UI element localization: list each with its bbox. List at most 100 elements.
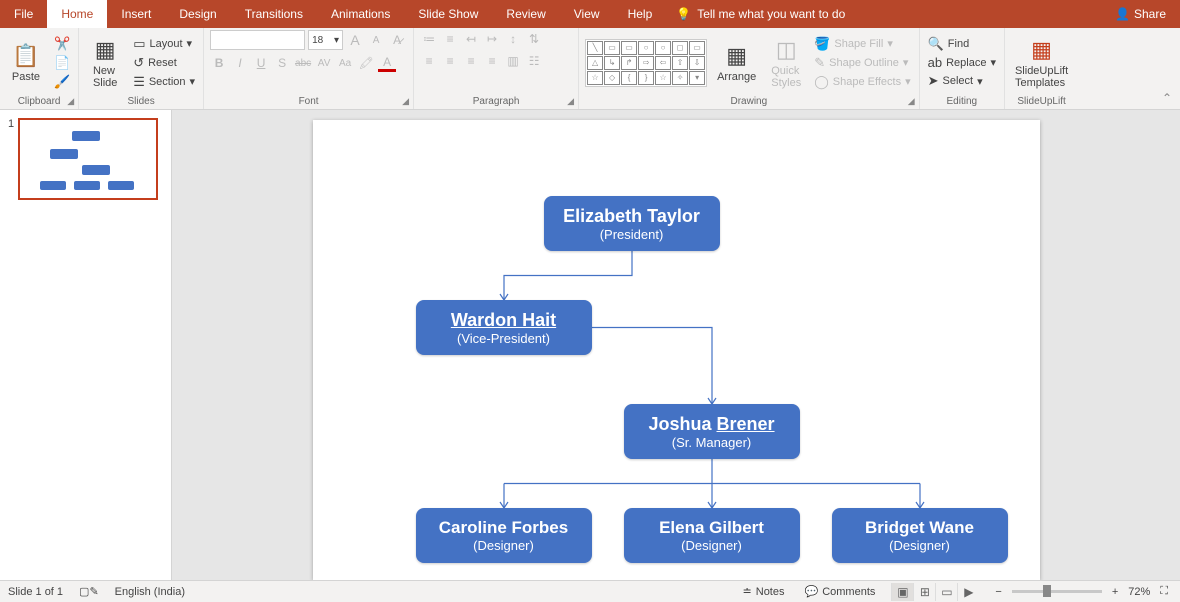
tab-home[interactable]: Home [47, 0, 107, 28]
tab-animations[interactable]: Animations [317, 0, 404, 28]
notes-button[interactable]: ≐Notes [739, 585, 789, 598]
dialog-launcher-icon[interactable]: ◢ [908, 96, 915, 107]
dialog-launcher-icon[interactable]: ◢ [567, 96, 574, 107]
share-button[interactable]: 👤 Share [1101, 0, 1180, 28]
italic-button[interactable]: I [231, 54, 249, 72]
quick-styles-button[interactable]: ◫ Quick Styles [766, 35, 806, 91]
tab-file[interactable]: File [0, 0, 47, 28]
status-slide-number: Slide 1 of 1 [8, 586, 63, 598]
org-node-n5[interactable]: Elena Gilbert(Designer) [624, 508, 800, 563]
change-case-button[interactable]: Aa [336, 54, 354, 72]
align-right-button[interactable]: ≡ [462, 52, 480, 70]
tab-review[interactable]: Review [492, 0, 559, 28]
align-center-button[interactable]: ≡ [441, 52, 459, 70]
org-node-n4[interactable]: Caroline Forbes(Designer) [416, 508, 592, 563]
comments-button[interactable]: 💬Comments [801, 585, 880, 598]
columns-button[interactable]: ▥ [504, 52, 522, 70]
tab-design[interactable]: Design [165, 0, 230, 28]
tab-insert[interactable]: Insert [107, 0, 165, 28]
shrink-font-button[interactable]: A [367, 31, 385, 49]
org-node-n6[interactable]: Bridget Wane(Designer) [832, 508, 1008, 563]
spellcheck-button[interactable]: ▢✎ [75, 585, 103, 598]
zoom-slider[interactable] [1012, 590, 1102, 593]
org-node-name: Bridget Wane [865, 518, 974, 538]
lightbulb-icon: 💡 [676, 7, 691, 21]
share-label: Share [1134, 7, 1166, 21]
slideuplift-button[interactable]: ▦ SlideUpLift Templates [1011, 35, 1072, 91]
find-label: Find [948, 38, 969, 50]
paste-button[interactable]: 📋 Paste [6, 41, 46, 85]
new-slide-label: New Slide [93, 65, 117, 89]
shape-fill-button[interactable]: 🪣Shape Fill ▾ [812, 35, 912, 53]
org-node-n1[interactable]: Elizabeth Taylor(President) [544, 196, 720, 251]
font-size-combo[interactable]: 18▾ [308, 30, 343, 50]
reading-view-button[interactable]: ▭ [935, 583, 957, 601]
tab-help[interactable]: Help [614, 0, 667, 28]
group-label-clipboard: Clipboard [18, 96, 61, 107]
font-name-combo[interactable] [210, 30, 305, 50]
tab-transitions[interactable]: Transitions [231, 0, 317, 28]
smartart-button[interactable]: ☷ [525, 52, 543, 70]
justify-button[interactable]: ≡ [483, 52, 501, 70]
shadow-button[interactable]: S [273, 54, 291, 72]
reset-button[interactable]: ↺Reset [131, 54, 197, 72]
format-painter-button[interactable]: 🖌️ [52, 73, 72, 91]
copy-button[interactable]: 📄 [52, 54, 72, 72]
slide-thumbnail-1[interactable] [18, 118, 158, 200]
find-button[interactable]: 🔍Find [926, 35, 998, 53]
clear-formatting-button[interactable]: A̷ [388, 31, 406, 49]
sorter-view-button[interactable]: ⊞ [913, 583, 935, 601]
section-button[interactable]: ☰Section ▾ [131, 73, 197, 91]
text-direction-button[interactable]: ⇅ [525, 30, 543, 48]
group-label-font: Font [299, 96, 319, 107]
zoom-out-button[interactable]: − [991, 586, 1005, 598]
group-label-sul: SlideUpLift [1017, 96, 1065, 107]
select-button[interactable]: ➤Select ▾ [926, 72, 998, 90]
quick-styles-label: Quick Styles [771, 65, 801, 89]
status-language[interactable]: English (India) [115, 586, 185, 598]
slide-canvas[interactable]: Elizabeth Taylor(President) Wardon Hait(V… [313, 120, 1040, 580]
underline-button[interactable]: U [252, 54, 270, 72]
org-node-n3[interactable]: Joshua Brener(Sr. Manager) [624, 404, 800, 459]
slide-stage[interactable]: Elizabeth Taylor(President) Wardon Hait(V… [172, 110, 1180, 580]
normal-view-button[interactable]: ▣ [891, 583, 913, 601]
arrange-button[interactable]: ▦ Arrange [713, 41, 760, 85]
layout-button[interactable]: ▭Layout ▾ [131, 35, 197, 53]
decrease-indent-button[interactable]: ↤ [462, 30, 480, 48]
align-left-button[interactable]: ≡ [420, 52, 438, 70]
increase-indent-button[interactable]: ↦ [483, 30, 501, 48]
org-node-role: (Designer) [889, 538, 950, 553]
bold-button[interactable]: B [210, 54, 228, 72]
shape-effects-label: Shape Effects [833, 76, 901, 88]
fit-to-window-button[interactable]: ⛶ [1156, 585, 1172, 598]
ribbon-tabs: FileHomeInsertDesignTransitionsAnimation… [0, 0, 1180, 28]
org-node-n2[interactable]: Wardon Hait(Vice-President) [416, 300, 592, 355]
status-bar: Slide 1 of 1 ▢✎ English (India) ≐Notes 💬… [0, 580, 1180, 602]
brush-icon: 🖌️ [54, 74, 70, 90]
dialog-launcher-icon[interactable]: ◢ [402, 96, 409, 107]
numbering-button[interactable]: ≡ [441, 30, 459, 48]
new-slide-button[interactable]: ▦ New Slide [85, 35, 125, 91]
bullets-button[interactable]: ≔ [420, 30, 438, 48]
spacing-button[interactable]: AV [315, 54, 333, 72]
clipboard-icon: 📋 [12, 43, 39, 69]
shape-outline-button[interactable]: ✎Shape Outline ▾ [812, 54, 912, 72]
zoom-in-button[interactable]: + [1108, 586, 1122, 598]
tell-me-search[interactable]: 💡 Tell me what you want to do [676, 0, 845, 28]
collapse-ribbon-icon[interactable]: ⌃ [1162, 91, 1172, 105]
scissors-icon: ✂️ [54, 36, 70, 52]
org-node-role: (Designer) [681, 538, 742, 553]
tab-slide-show[interactable]: Slide Show [404, 0, 492, 28]
tab-view[interactable]: View [560, 0, 614, 28]
shapes-gallery[interactable]: ╲▭▭○○◻▭ △↳↱⇨⇦⇧⇩ ☆◇{}☆✧▾ [585, 39, 707, 87]
highlight-button[interactable]: 🖍 [357, 54, 375, 72]
strike-button[interactable]: abc [294, 54, 312, 72]
shape-effects-button[interactable]: ◯Shape Effects ▾ [812, 73, 912, 91]
font-color-button[interactable]: A [378, 54, 396, 72]
grow-font-button[interactable]: A [346, 31, 364, 49]
slideshow-view-button[interactable]: ▶ [957, 583, 979, 601]
cut-button[interactable]: ✂️ [52, 35, 72, 53]
dialog-launcher-icon[interactable]: ◢ [67, 96, 74, 107]
line-spacing-button[interactable]: ↕ [504, 30, 522, 48]
replace-button[interactable]: abReplace ▾ [926, 54, 998, 71]
